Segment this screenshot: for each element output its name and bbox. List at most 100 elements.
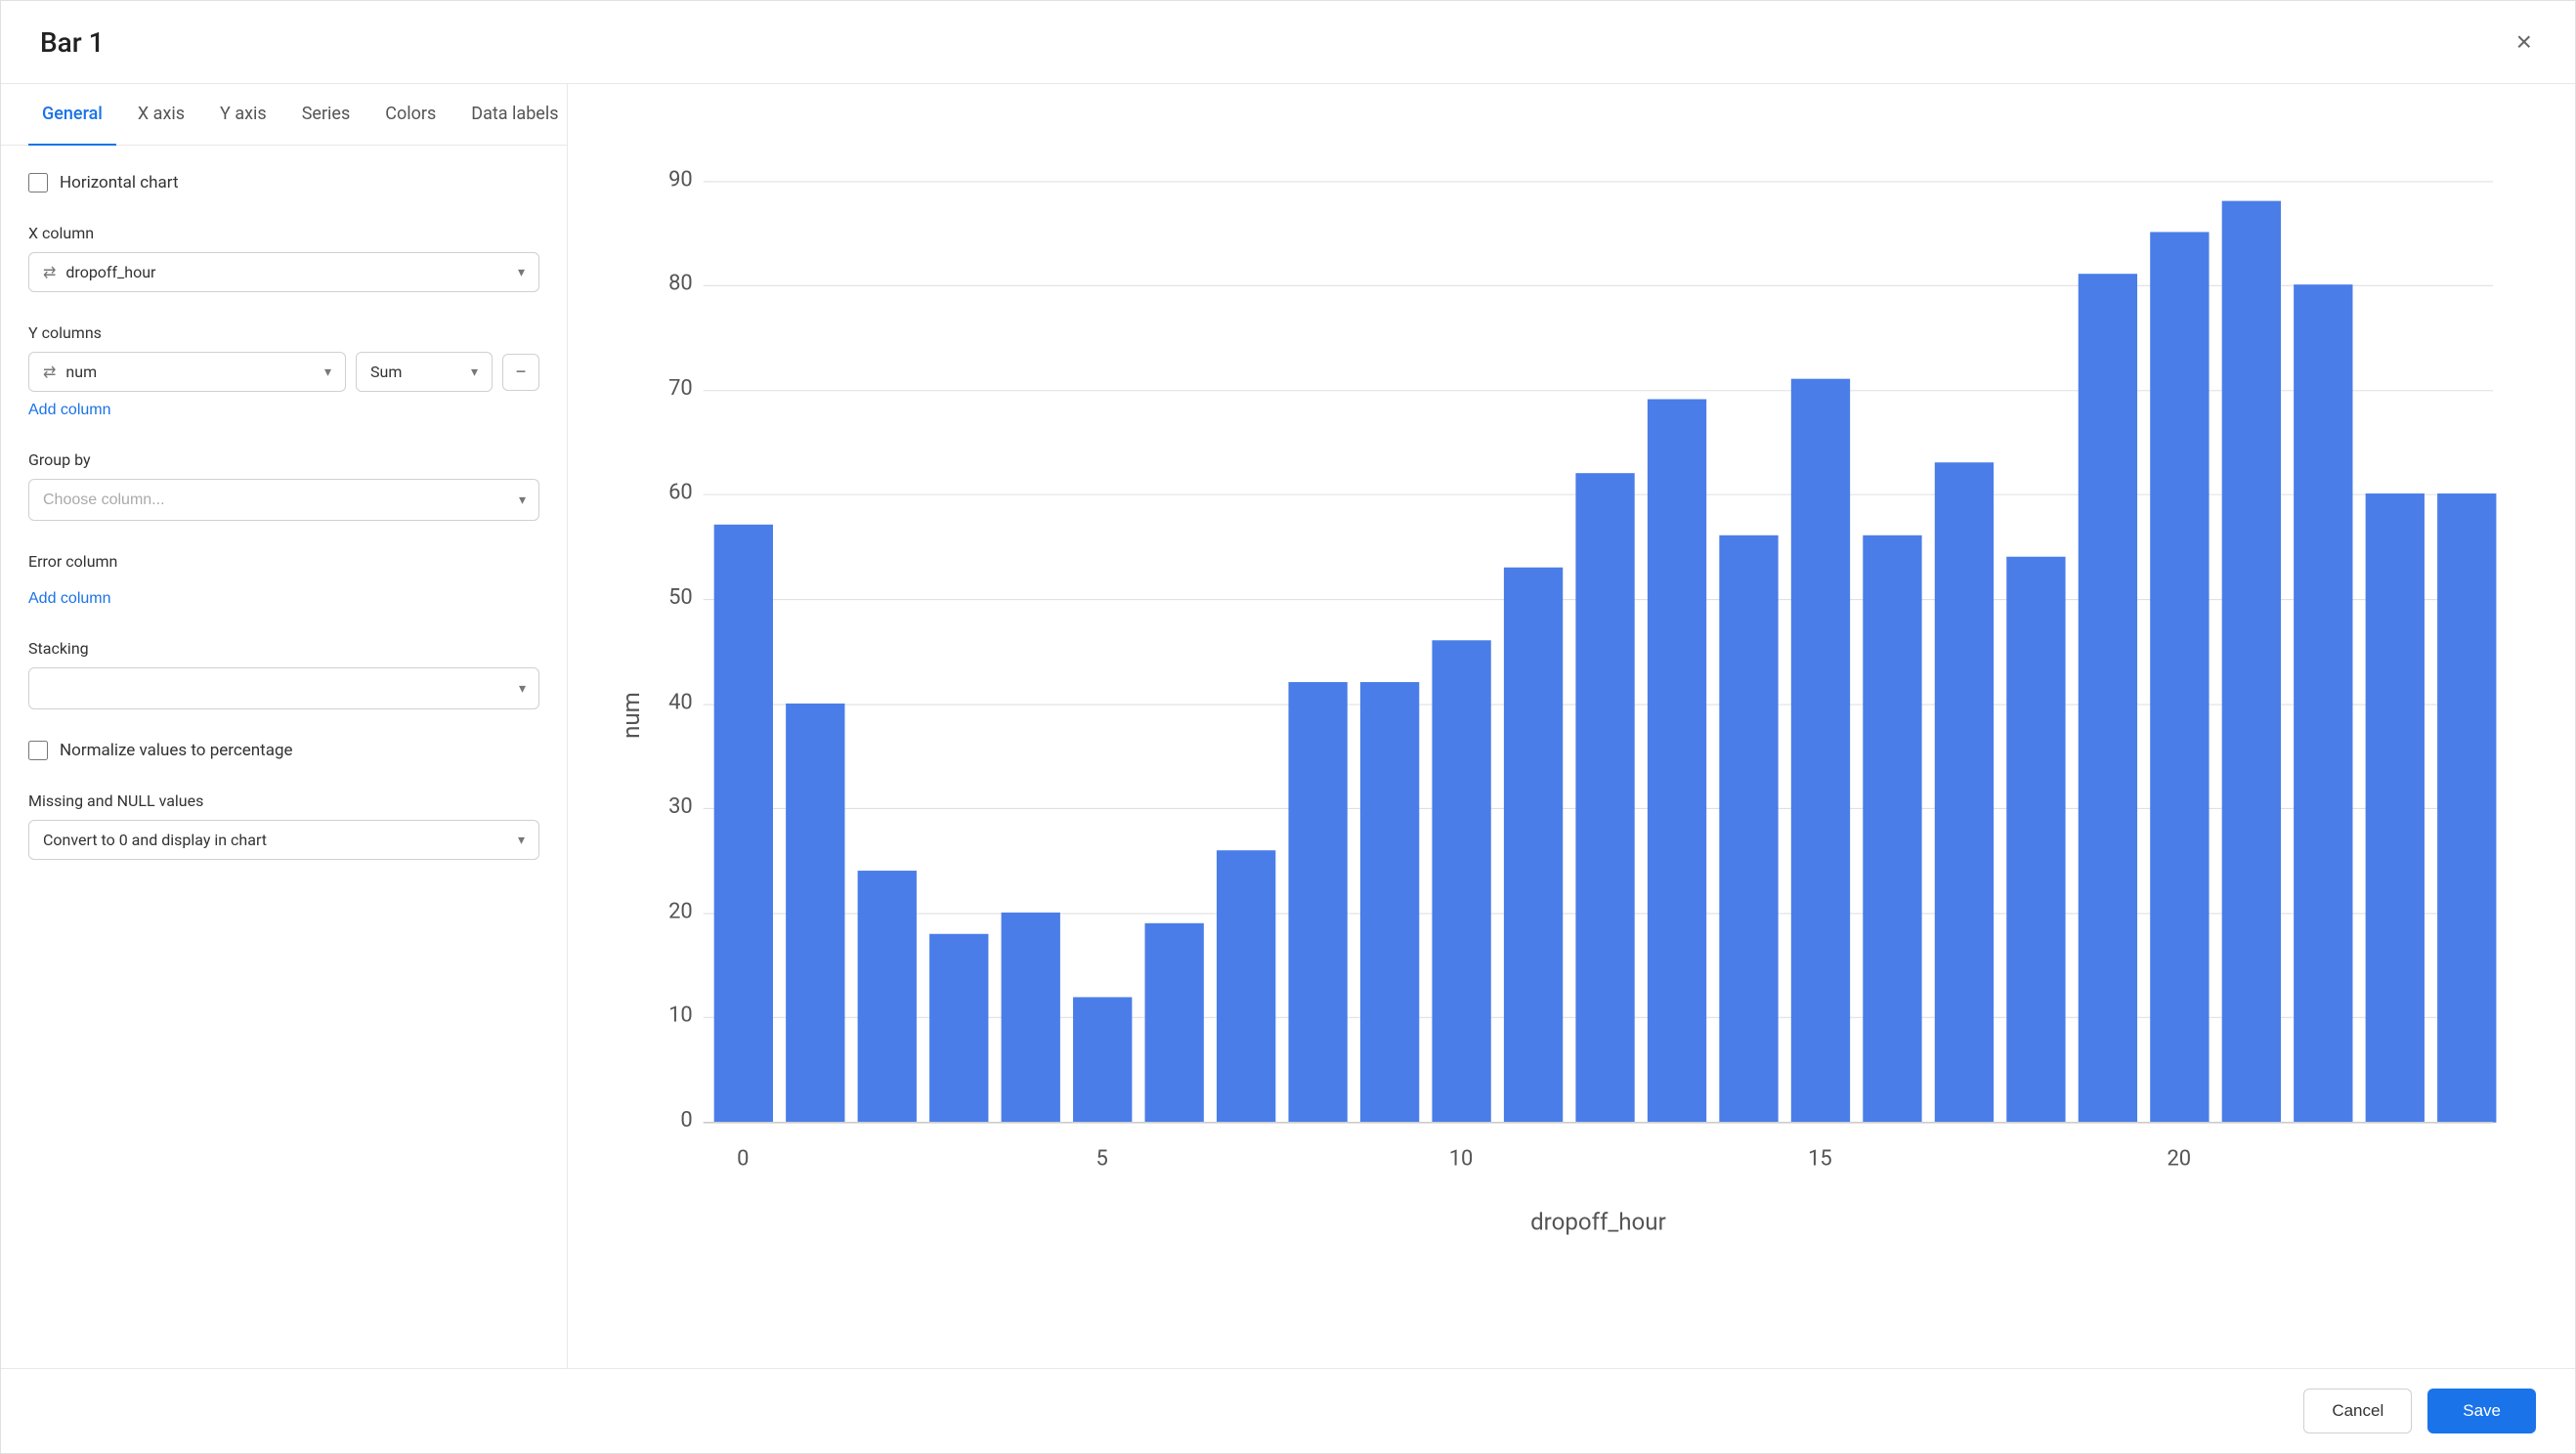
tabs: General X axis Y axis Series Colors Data…: [1, 84, 567, 146]
agg-select[interactable]: Sum ▾: [356, 352, 493, 392]
bar-1: [786, 704, 844, 1123]
bar-10: [1432, 640, 1490, 1123]
y-columns-group: Y columns ⇄ num ▾ Sum ▾ − Add colu: [28, 323, 539, 419]
bar-16: [1863, 535, 1921, 1123]
agg-value: Sum: [370, 363, 461, 381]
stacking-group: Stacking ▾: [28, 639, 539, 709]
right-panel: num: [568, 84, 2575, 1368]
tab-colors[interactable]: Colors: [371, 84, 450, 146]
group-by-select[interactable]: Choose column...: [28, 479, 539, 521]
bar-17: [1935, 462, 1994, 1123]
bar-14: [1719, 535, 1778, 1123]
normalize-row: Normalize values to percentage: [28, 741, 539, 760]
agg-chevron: ▾: [471, 364, 478, 380]
x-column-label: X column: [28, 224, 539, 242]
y-columns-label: Y columns: [28, 323, 539, 342]
bar-4: [1002, 913, 1060, 1123]
group-by-label: Group by: [28, 450, 539, 469]
bar-22: [2294, 284, 2352, 1123]
tab-series[interactable]: Series: [288, 84, 365, 146]
stacking-wrapper: ▾: [28, 667, 539, 709]
stacking-label: Stacking: [28, 639, 539, 658]
bar-13: [1648, 400, 1706, 1123]
bar-8: [1288, 682, 1347, 1123]
svg-text:30: 30: [668, 794, 693, 819]
x-column-select[interactable]: ⇄ dropoff_hour ▾: [28, 252, 539, 292]
remove-y-column-button[interactable]: −: [502, 354, 539, 391]
tab-general[interactable]: General: [28, 84, 116, 146]
chart-svg: num: [607, 104, 2536, 1348]
svg-text:20: 20: [2167, 1147, 2191, 1172]
svg-text:50: 50: [668, 585, 693, 610]
svg-text:20: 20: [668, 899, 693, 923]
panel-content: Horizontal chart X column ⇄ dropoff_hour…: [1, 146, 567, 1368]
missing-null-chevron: ▾: [518, 833, 525, 848]
svg-text:0: 0: [680, 1108, 692, 1133]
y-column-icon: ⇄: [43, 363, 56, 381]
bar-23: [2366, 493, 2425, 1123]
y-axis-label: num: [618, 692, 645, 739]
x-column-chevron: ▾: [518, 265, 525, 280]
bar-20: [2150, 232, 2209, 1122]
svg-text:80: 80: [668, 272, 693, 296]
group-by-group: Group by Choose column... ▾: [28, 450, 539, 521]
svg-text:60: 60: [668, 481, 693, 505]
bar-2: [858, 871, 917, 1123]
add-y-column-button[interactable]: Add column: [28, 402, 111, 419]
missing-null-select[interactable]: Convert to 0 and display in chart ▾: [28, 820, 539, 860]
bar-24: [2437, 493, 2496, 1123]
error-column-group: Error column Add column: [28, 552, 539, 608]
dialog-footer: Cancel Save: [1, 1368, 2575, 1453]
x-column-group: X column ⇄ dropoff_hour ▾: [28, 224, 539, 292]
normalize-label: Normalize values to percentage: [60, 741, 293, 760]
y-column-select[interactable]: ⇄ num ▾: [28, 352, 346, 392]
tab-y-axis[interactable]: Y axis: [206, 84, 280, 146]
svg-text:70: 70: [668, 376, 693, 401]
svg-text:10: 10: [668, 1004, 693, 1028]
y-column-chevron: ▾: [324, 364, 331, 380]
missing-null-value: Convert to 0 and display in chart: [43, 831, 508, 849]
chart-area: num: [607, 104, 2536, 1348]
add-error-column-button[interactable]: Add column: [28, 590, 111, 608]
missing-null-label: Missing and NULL values: [28, 791, 539, 810]
close-button[interactable]: ×: [2512, 24, 2536, 60]
svg-text:10: 10: [1449, 1147, 1474, 1172]
bar-0: [714, 525, 773, 1123]
horizontal-chart-label: Horizontal chart: [60, 173, 179, 192]
stacking-select[interactable]: [28, 667, 539, 709]
error-column-label: Error column: [28, 552, 539, 571]
x-axis-label: dropoff_hour: [1530, 1208, 1666, 1235]
horizontal-chart-row: Horizontal chart: [28, 173, 539, 192]
tab-x-axis[interactable]: X axis: [124, 84, 198, 146]
normalize-checkbox[interactable]: [28, 741, 48, 760]
dialog: Bar 1 × General X axis Y axis Series Col…: [0, 0, 2576, 1454]
svg-text:40: 40: [668, 690, 693, 714]
bar-6: [1145, 923, 1204, 1123]
bar-11: [1504, 568, 1563, 1123]
bar-3: [929, 934, 988, 1123]
bar-19: [2079, 274, 2137, 1123]
group-by-wrapper: Choose column... ▾: [28, 479, 539, 521]
left-panel: General X axis Y axis Series Colors Data…: [1, 84, 568, 1368]
x-column-value: dropoff_hour: [65, 263, 508, 281]
svg-text:15: 15: [1808, 1147, 1832, 1172]
tab-data-labels[interactable]: Data labels: [457, 84, 568, 146]
dialog-body: General X axis Y axis Series Colors Data…: [1, 84, 2575, 1368]
bar-7: [1217, 850, 1275, 1123]
svg-text:5: 5: [1095, 1147, 1107, 1172]
bar-21: [2222, 201, 2281, 1123]
bar-9: [1360, 682, 1419, 1123]
x-column-icon: ⇄: [43, 263, 56, 281]
bar-18: [2006, 557, 2065, 1123]
save-button[interactable]: Save: [2427, 1389, 2536, 1433]
bar-12: [1575, 473, 1634, 1123]
bar-15: [1791, 379, 1850, 1123]
dialog-title: Bar 1: [40, 26, 105, 59]
horizontal-chart-checkbox[interactable]: [28, 173, 48, 192]
y-column-value: num: [65, 363, 315, 381]
svg-text:0: 0: [737, 1147, 749, 1172]
cancel-button[interactable]: Cancel: [2303, 1389, 2412, 1433]
svg-text:90: 90: [668, 167, 693, 192]
dialog-header: Bar 1 ×: [1, 1, 2575, 84]
y-columns-row: ⇄ num ▾ Sum ▾ −: [28, 352, 539, 392]
